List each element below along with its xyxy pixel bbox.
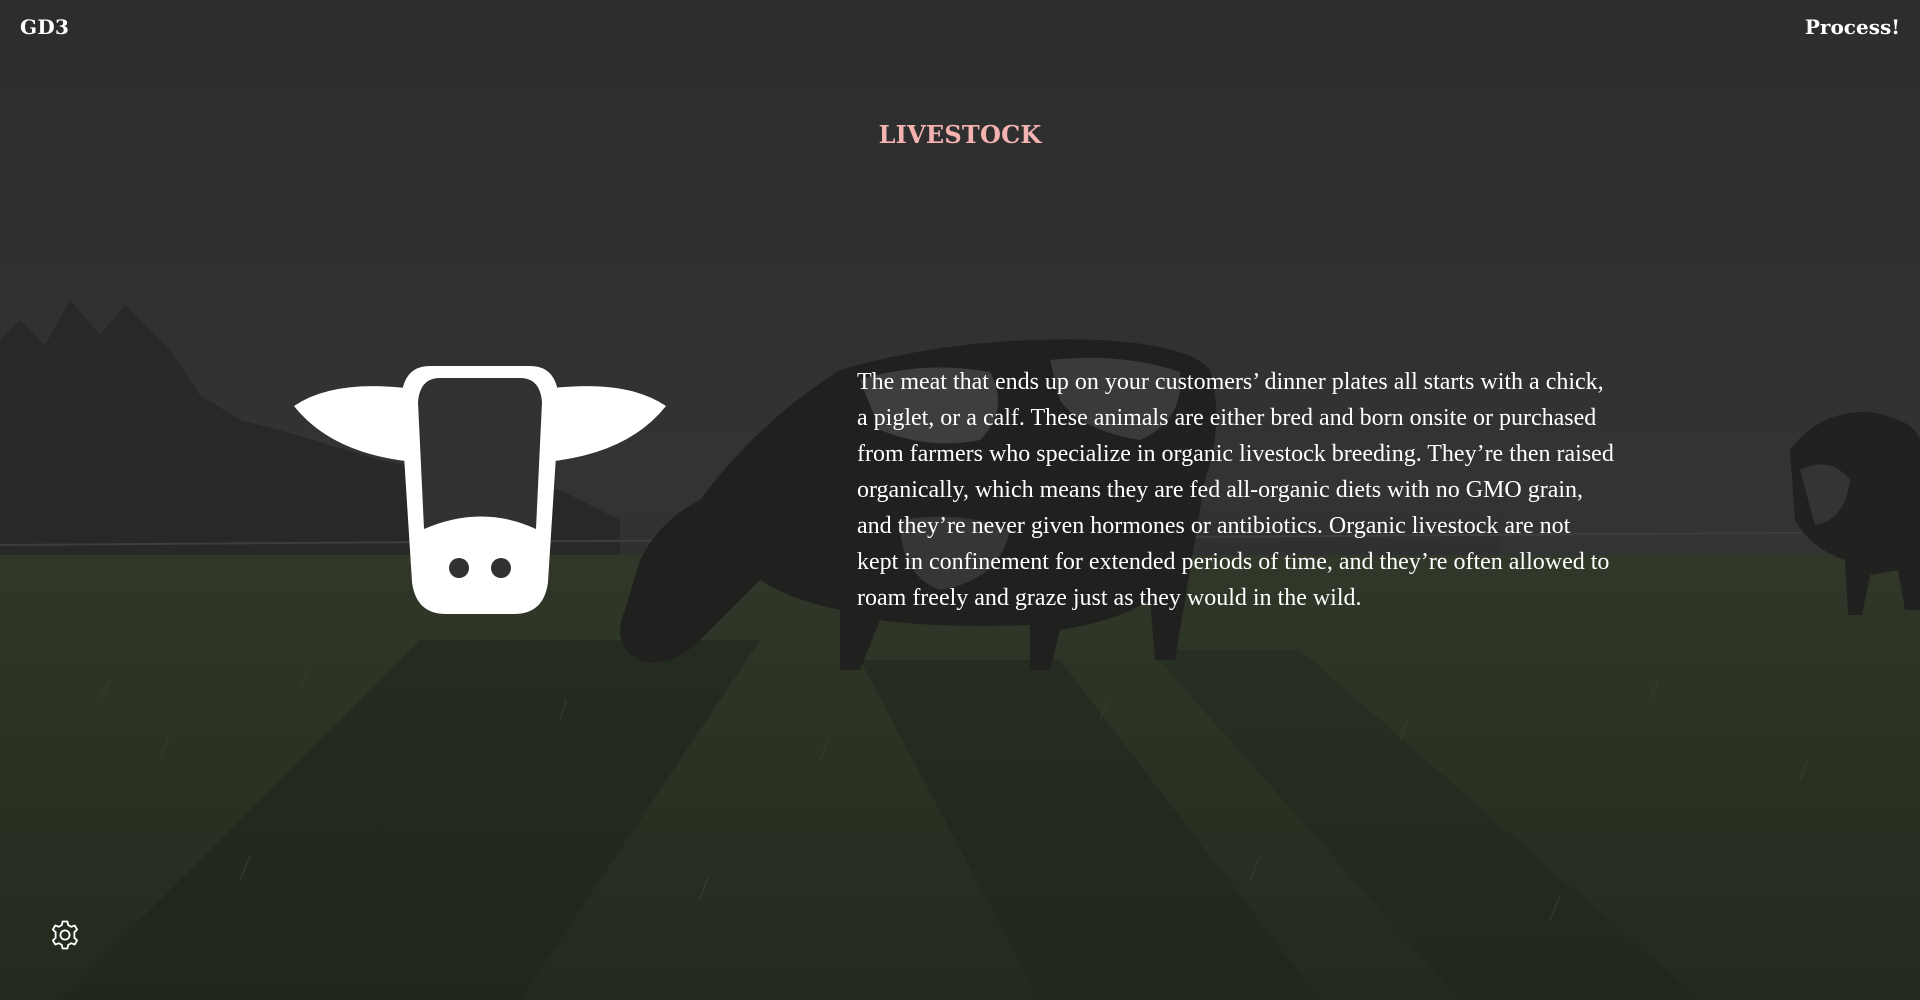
brand-logo-link[interactable]: GD3 xyxy=(20,15,69,39)
settings-button[interactable] xyxy=(46,916,84,954)
cow-head-icon xyxy=(292,364,668,616)
section-title: LIVESTOCK xyxy=(878,120,1042,149)
livestock-page: GD3 Process! LIVESTOCK The meat that end… xyxy=(0,0,1920,1000)
section-description: The meat that ends up on your customers’… xyxy=(857,369,1614,611)
process-nav-link[interactable]: Process! xyxy=(1805,15,1900,39)
gear-icon xyxy=(49,919,81,951)
